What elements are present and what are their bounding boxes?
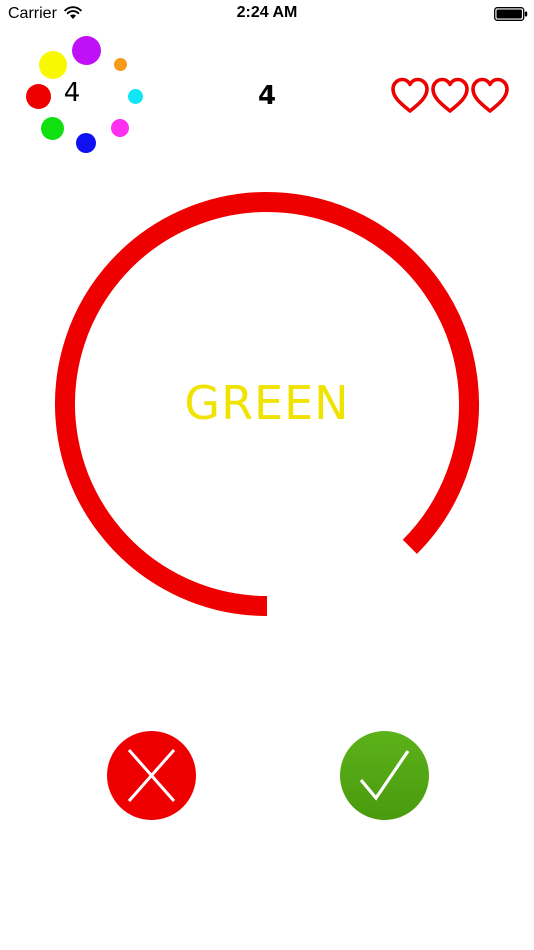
wheel-dot-orange — [114, 58, 127, 71]
heart-icon — [431, 77, 469, 113]
wheel-dot-yellow — [39, 51, 67, 79]
lives-indicator — [390, 76, 512, 120]
heart-icon — [471, 77, 509, 113]
wheel-dot-green — [41, 117, 64, 140]
color-wheel-count: 4 — [63, 78, 81, 108]
wheel-dot-red — [26, 84, 51, 109]
wheel-dot-magenta — [111, 119, 129, 137]
wheel-dot-purple — [72, 36, 101, 65]
status-bar: Carrier 2:24 AM — [0, 0, 534, 28]
no-button[interactable] — [107, 731, 196, 820]
wheel-dot-blue — [76, 133, 96, 153]
battery-icon — [494, 7, 528, 21]
cross-icon — [127, 749, 176, 802]
status-time: 2:24 AM — [236, 4, 298, 21]
color-word: GREEN — [184, 376, 350, 430]
check-icon — [359, 750, 410, 801]
wheel-dot-cyan — [128, 89, 143, 104]
score-value: 4 — [257, 81, 277, 111]
heart-icon — [391, 77, 429, 113]
yes-button[interactable] — [340, 731, 429, 820]
